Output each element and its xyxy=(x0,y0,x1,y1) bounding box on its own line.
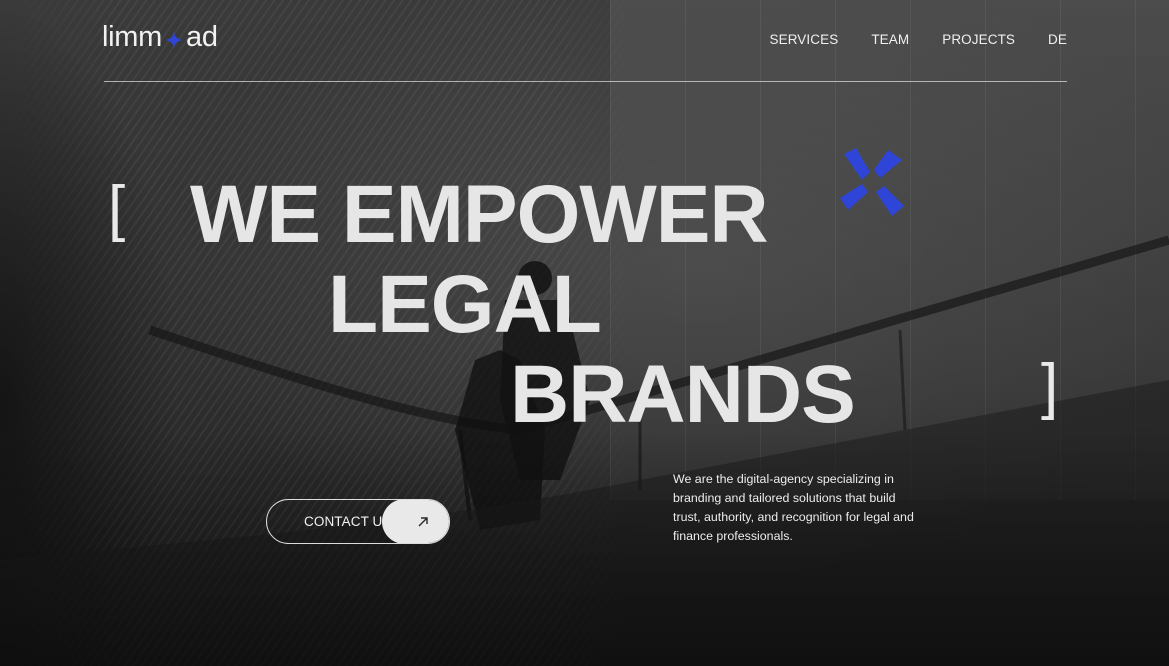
logo[interactable]: limm ad xyxy=(102,19,218,55)
contact-us-button[interactable]: CONTACT US xyxy=(266,499,450,544)
background-floor-gradient xyxy=(0,430,1169,666)
bracket-open: [ xyxy=(108,174,126,243)
bracket-close: ] xyxy=(1041,352,1059,421)
hero-section: limm ad SERVICES TEAM PROJECTS DE [ WE E… xyxy=(0,0,1169,666)
headline-line-1: WE EMPOWER xyxy=(190,169,769,260)
logo-text-right: ad xyxy=(186,20,218,53)
nav-item-projects[interactable]: PROJECTS xyxy=(942,32,1015,47)
logo-text-left: limm xyxy=(102,20,163,53)
plus-sparkle-icon xyxy=(163,26,185,49)
nav-item-team[interactable]: TEAM xyxy=(871,32,909,47)
arrow-up-right-icon xyxy=(382,500,449,543)
hero-description: We are the digital-agency specializing i… xyxy=(673,472,914,543)
header-divider xyxy=(104,81,1067,82)
language-switch-de[interactable]: DE xyxy=(1048,32,1067,47)
headline-line-3: BRANDS xyxy=(510,349,856,440)
main-nav: SERVICES TEAM PROJECTS DE xyxy=(769,32,1067,47)
blue-x-icon xyxy=(840,148,904,216)
headline-line-2: LEGAL xyxy=(328,259,602,350)
nav-item-services[interactable]: SERVICES xyxy=(769,32,838,47)
